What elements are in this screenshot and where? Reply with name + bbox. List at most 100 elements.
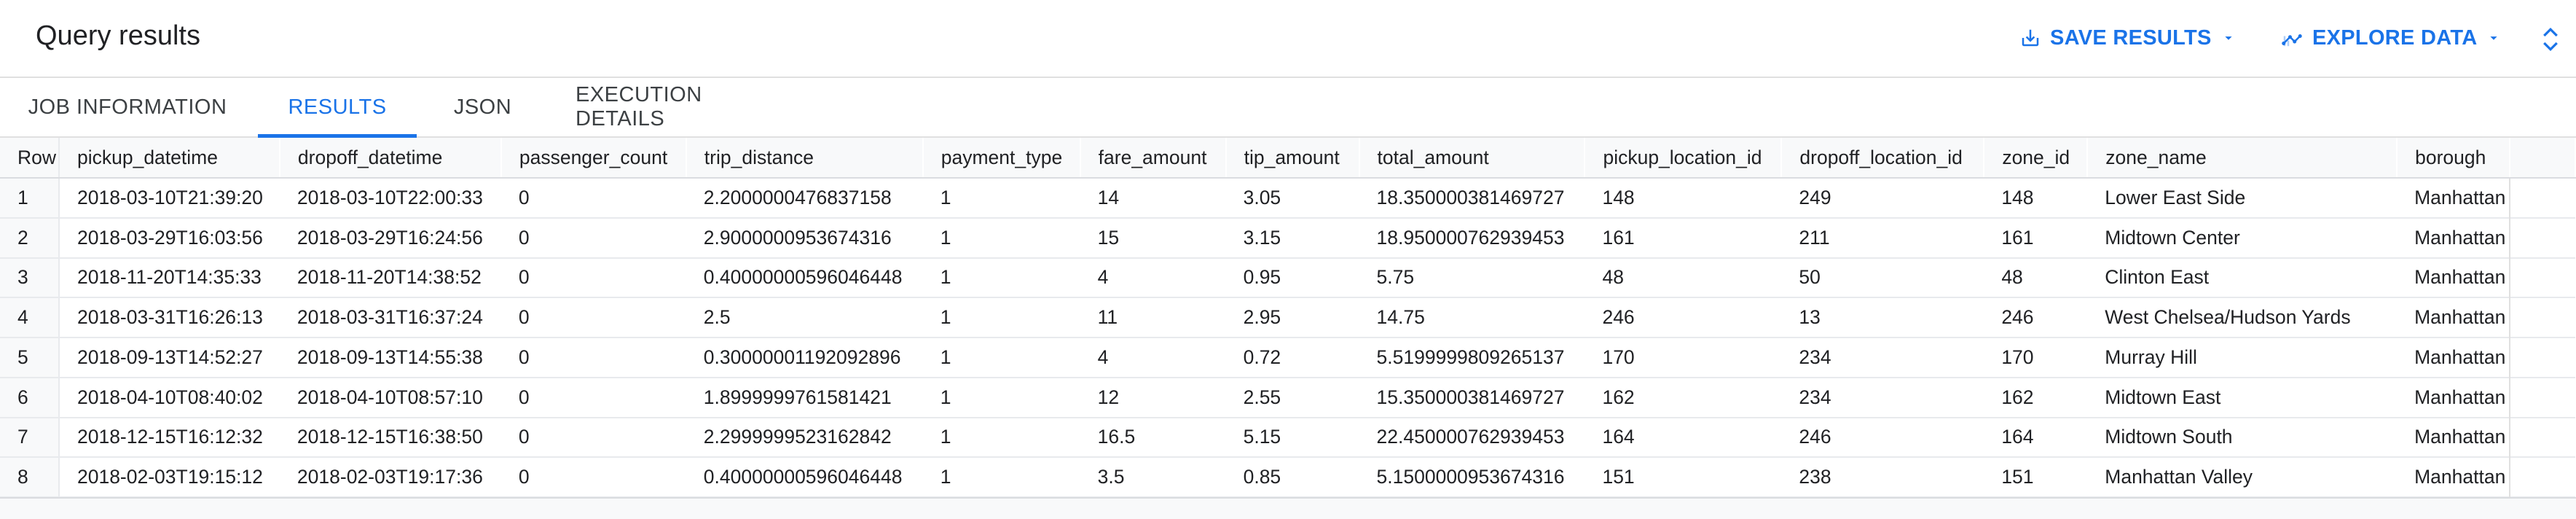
table-cell: 162 xyxy=(1602,386,1635,408)
table-cell: 18.950000762939453 xyxy=(1376,226,1565,249)
table-cell: 15.350000381469727 xyxy=(1376,386,1565,408)
table-cell: 0.85 xyxy=(1243,466,1281,488)
table-cell: Manhattan xyxy=(2414,186,2506,208)
table-cell: 14.75 xyxy=(1376,306,1425,329)
table-cell: 1 xyxy=(940,386,951,408)
row-filler xyxy=(2509,297,2575,337)
table-cell: 4 xyxy=(1097,346,1109,368)
table-cell: 2018-03-10T21:39:20 xyxy=(76,186,263,208)
row-filler xyxy=(2509,417,2575,458)
table-cell: 50 xyxy=(1799,266,1821,289)
table-cell: 0 xyxy=(518,266,530,289)
tab-job-information[interactable]: JOB INFORMATION xyxy=(15,78,240,136)
table-cell: Manhattan xyxy=(2414,426,2506,448)
row-number-cell: 6 xyxy=(0,377,60,418)
row-number-cell: 4 xyxy=(0,297,60,337)
header-filler xyxy=(2509,138,2576,179)
table-cell: 2018-02-03T19:15:12 xyxy=(76,466,263,488)
table-cell: 22.450000762939453 xyxy=(1376,426,1565,448)
table-cell: 0.95 xyxy=(1243,266,1281,289)
table-cell: 2018-03-10T22:00:33 xyxy=(297,186,483,208)
table-cell: 148 xyxy=(2001,186,2034,208)
row-number-cell: 1 xyxy=(0,178,60,218)
page-title: Query results xyxy=(36,20,200,51)
table-cell: Manhattan xyxy=(2414,386,2506,408)
table-row: 8 2018-02-03T19:15:12 2018-02-03T19:17:36 0… xyxy=(0,457,2575,497)
table-cell: 2018-12-15T16:38:50 xyxy=(297,426,483,448)
table-cell: 0.40000000596046448 xyxy=(703,466,903,488)
table-row: 6 2018-04-10T08:40:02 2018-04-10T08:57:10 0… xyxy=(0,377,2575,418)
table-cell: 161 xyxy=(1602,226,1635,249)
explore-data-label: EXPLORE DATA xyxy=(2312,26,2478,50)
table-cell: Midtown Center xyxy=(2105,226,2240,249)
table-row: 2 2018-03-29T16:03:56 2018-03-29T16:24:56 0… xyxy=(0,217,2575,258)
expand-collapse-icon[interactable] xyxy=(2540,25,2561,54)
table-cell: 1 xyxy=(940,186,951,208)
results-table-container[interactable]: Row pickup_datetime dropoff_datetime passen… xyxy=(0,138,2576,518)
table-cell: 2018-03-31T16:37:24 xyxy=(297,306,483,329)
table-cell: 1 xyxy=(940,266,951,289)
table-cell: 13 xyxy=(1799,306,1821,329)
tab-results[interactable]: RESULTS xyxy=(258,78,417,138)
row-filler xyxy=(2509,217,2575,258)
table-cell: 2018-12-15T16:12:32 xyxy=(76,426,263,448)
table-cell: Midtown East xyxy=(2105,386,2221,408)
table-cell: 164 xyxy=(2001,426,2034,448)
table-cell: 14 xyxy=(1097,186,1120,208)
column-header-trip-distance: trip_distance xyxy=(686,138,924,179)
table-cell: Manhattan xyxy=(2414,226,2506,249)
table-cell: 18.350000381469727 xyxy=(1376,186,1565,208)
row-number-cell: 3 xyxy=(0,257,60,298)
table-cell: 3.15 xyxy=(1243,226,1281,249)
row-filler xyxy=(2509,457,2575,497)
explore-data-button[interactable]: EXPLORE DATA xyxy=(2280,23,2502,52)
table-cell: 2018-11-20T14:35:33 xyxy=(76,266,262,289)
save-results-button[interactable]: SAVE RESULTS xyxy=(2019,23,2237,52)
table-cell: 2.2999999523162842 xyxy=(703,426,892,448)
tab-execution-details[interactable]: EXECUTION DETAILS xyxy=(576,78,794,136)
download-icon xyxy=(2019,27,2041,49)
column-header-total-amount: total_amount xyxy=(1359,138,1586,179)
table-cell: 2.95 xyxy=(1243,306,1281,329)
table-cell: 1 xyxy=(940,466,951,488)
column-header-fare-amount: fare_amount xyxy=(1080,138,1227,179)
table-row: 7 2018-12-15T16:12:32 2018-12-15T16:38:50 0… xyxy=(0,417,2575,458)
row-filler xyxy=(2509,337,2575,378)
table-cell: Manhattan xyxy=(2414,266,2506,289)
table-cell: 2018-09-13T14:52:27 xyxy=(76,346,263,368)
table-cell: 234 xyxy=(1799,386,1831,408)
table-cell: 164 xyxy=(1602,426,1635,448)
table-cell: 246 xyxy=(2001,306,2034,329)
column-header-borough: borough xyxy=(2397,138,2511,179)
results-header: Query results SAVE RESULTS EXPLORE DATA xyxy=(0,0,2576,78)
chart-icon xyxy=(2280,27,2304,49)
table-cell: Clinton East xyxy=(2105,266,2210,289)
table-cell: 1 xyxy=(940,346,951,368)
row-filler xyxy=(2509,178,2575,218)
table-cell: 5.15 xyxy=(1243,426,1281,448)
table-cell: 0 xyxy=(518,466,530,488)
tab-json[interactable]: JSON xyxy=(437,78,528,136)
table-cell: 2018-03-31T16:26:13 xyxy=(76,306,263,329)
table-cell: 2018-03-29T16:24:56 xyxy=(297,226,483,249)
table-cell: 2.9000000953674316 xyxy=(703,226,892,249)
table-cell: 0 xyxy=(518,346,530,368)
table-cell: Midtown South xyxy=(2105,426,2233,448)
table-cell: 246 xyxy=(1799,426,1831,448)
results-table: Row pickup_datetime dropoff_datetime passen… xyxy=(0,138,2576,498)
table-cell: 234 xyxy=(1799,346,1831,368)
column-header-passenger-count: passenger_count xyxy=(500,138,687,179)
column-header-payment-type: payment_type xyxy=(922,138,1081,179)
row-number-cell: 8 xyxy=(0,457,60,497)
table-cell: 0.72 xyxy=(1243,346,1281,368)
column-header-dropoff-datetime: dropoff_datetime xyxy=(279,138,502,179)
table-cell: 2018-09-13T14:55:38 xyxy=(297,346,483,368)
table-cell: 2.5 xyxy=(703,306,731,329)
horizontal-scrollbar[interactable] xyxy=(0,497,2576,519)
row-number-cell: 7 xyxy=(0,417,60,458)
table-cell: 249 xyxy=(1799,186,1831,208)
table-cell: 11 xyxy=(1097,306,1118,329)
table-cell: 2.55 xyxy=(1243,386,1281,408)
caret-down-icon xyxy=(2486,30,2502,46)
save-results-label: SAVE RESULTS xyxy=(2050,26,2212,50)
